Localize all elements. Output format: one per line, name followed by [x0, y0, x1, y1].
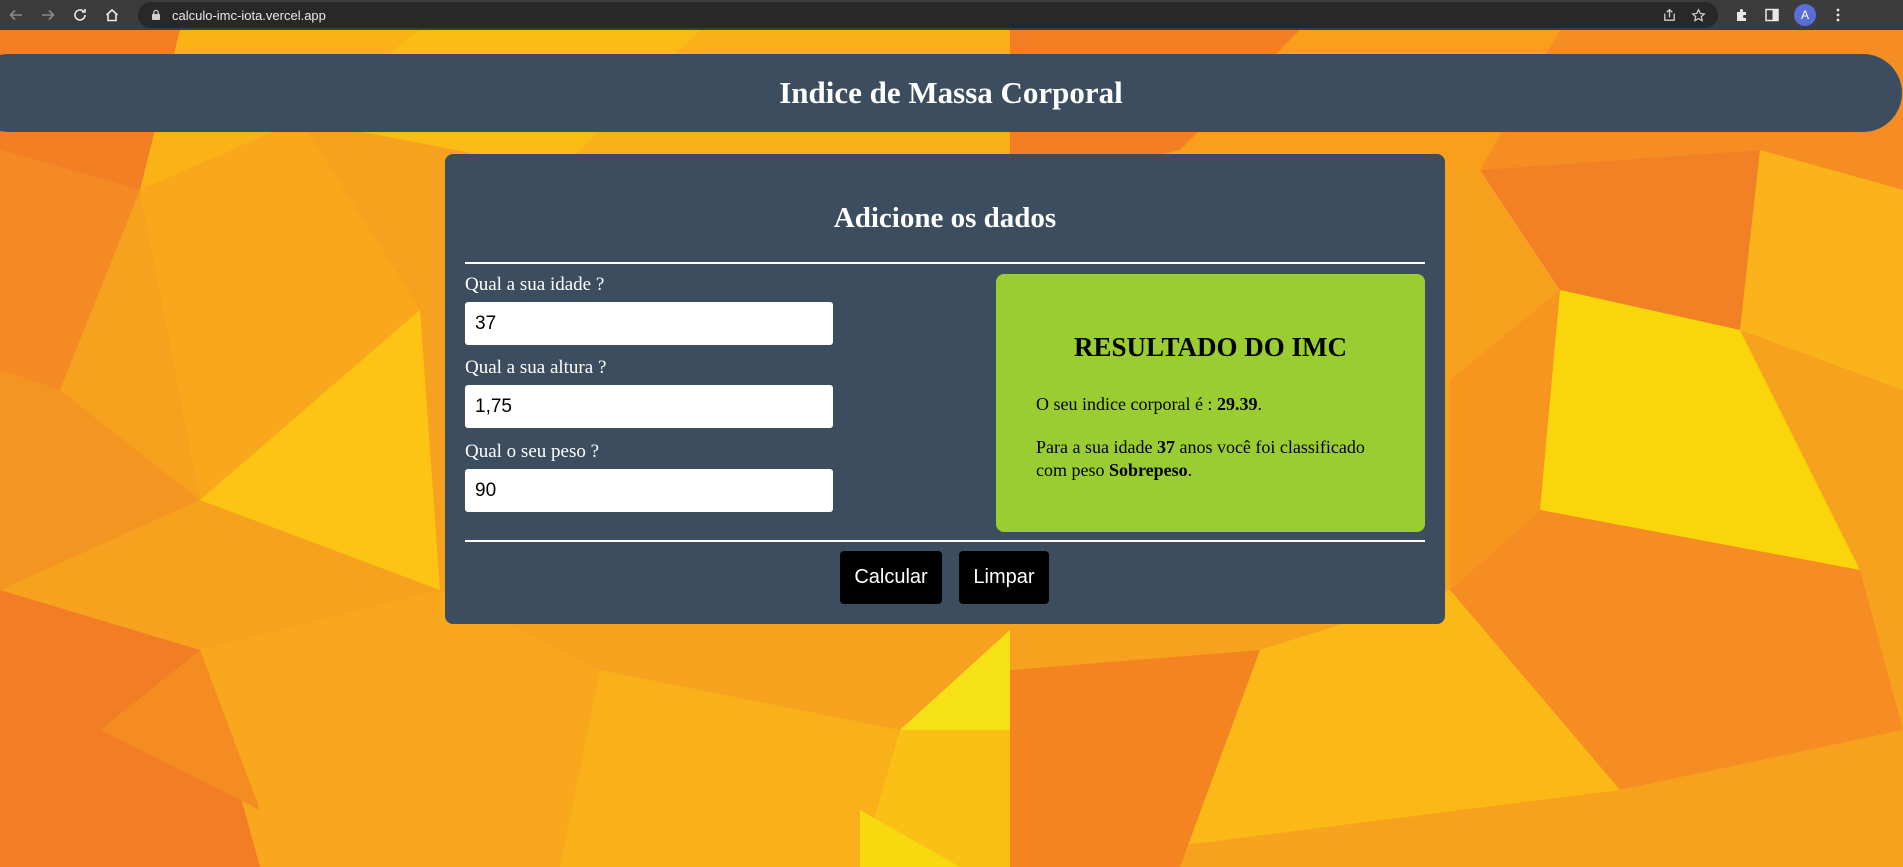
- bookmark-star-icon[interactable]: [1691, 7, 1706, 23]
- address-bar[interactable]: calculo-imc-iota.vercel.app: [138, 2, 1718, 28]
- reload-icon: [74, 9, 86, 21]
- result-classification-text: Para a sua idade 37 anos você foi classi…: [1036, 436, 1396, 482]
- arrow-left-icon: [9, 9, 22, 21]
- back-button[interactable]: [0, 0, 32, 30]
- result-index-value: 29.39: [1216, 394, 1258, 414]
- home-button[interactable]: [96, 0, 128, 30]
- page-header: Indice de Massa Corporal: [0, 54, 1902, 132]
- age-label: Qual a sua idade ?: [465, 274, 605, 295]
- result-index-text: O seu indice corporal é : 29.39.: [1036, 393, 1396, 416]
- height-input[interactable]: 1,75: [465, 385, 833, 428]
- home-icon: [105, 8, 119, 22]
- page-title: Indice de Massa Corporal: [779, 75, 1123, 110]
- divider-bottom: [465, 540, 1425, 542]
- omnibox-actions: [1662, 7, 1718, 23]
- forward-button[interactable]: [32, 0, 64, 30]
- extensions-puzzle-icon[interactable]: [1734, 7, 1750, 23]
- url-text: calculo-imc-iota.vercel.app: [172, 7, 326, 23]
- browser-nav: [0, 0, 128, 30]
- weight-label: Qual o seu peso ?: [465, 441, 600, 462]
- age-input[interactable]: 37: [465, 302, 833, 345]
- weight-input[interactable]: 90: [465, 469, 833, 512]
- browser-tools: A: [1734, 4, 1846, 26]
- result-panel: RESULTADO DO IMC O seu indice corporal é…: [996, 274, 1425, 532]
- result-age-value: 37: [1156, 437, 1175, 457]
- calculate-button[interactable]: Calcular: [840, 551, 942, 604]
- lock-icon: [152, 9, 160, 20]
- result-index-prefix: O seu indice corporal é :: [1036, 394, 1217, 414]
- result-age-prefix: Para a sua idade: [1036, 437, 1157, 457]
- imc-form-card: Adicione os dados Qual a sua idade ? 37 …: [445, 154, 1445, 624]
- form-heading: Adicione os dados: [833, 202, 1057, 234]
- clear-button[interactable]: Limpar: [959, 551, 1049, 604]
- height-label: Qual a sua altura ?: [465, 357, 607, 378]
- result-index-suffix: .: [1257, 394, 1262, 414]
- result-title: RESULTADO DO IMC: [1073, 332, 1348, 362]
- profile-avatar[interactable]: A: [1794, 4, 1816, 26]
- kebab-menu-icon[interactable]: [1830, 7, 1846, 23]
- reload-button[interactable]: [64, 0, 96, 30]
- browser-toolbar: calculo-imc-iota.vercel.app A: [0, 0, 1903, 30]
- result-classification: Sobrepeso: [1108, 460, 1188, 480]
- result-classification-suffix: .: [1187, 460, 1193, 480]
- share-icon[interactable]: [1662, 8, 1677, 23]
- arrow-right-icon: [42, 9, 55, 21]
- side-panel-icon[interactable]: [1764, 7, 1780, 23]
- divider-top: [465, 262, 1425, 264]
